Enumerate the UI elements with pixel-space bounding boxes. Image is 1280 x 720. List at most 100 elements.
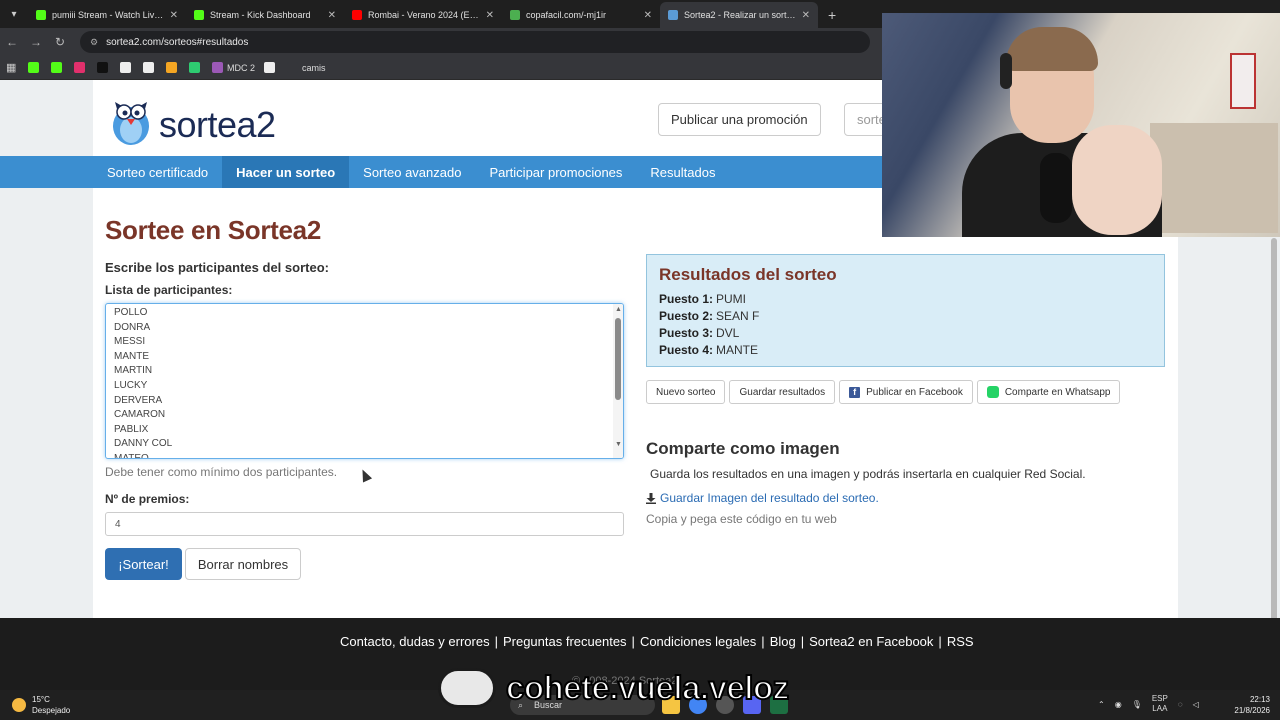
reload-icon[interactable]: ↻	[48, 35, 72, 49]
bookmark-favicon-icon	[264, 62, 276, 73]
bookmark-item[interactable]: MDC 2	[212, 61, 255, 75]
browser-tab[interactable]: Stream - Kick Dashboard ✕	[186, 2, 344, 28]
bookmark-item[interactable]: camis	[287, 61, 326, 75]
discord-tray-icon[interactable]: ◉	[1115, 700, 1122, 709]
results-title: Resultados del sorteo	[659, 265, 837, 284]
streamer-hand	[1072, 125, 1162, 235]
scroll-up-icon[interactable]: ▲	[615, 306, 622, 313]
bookmark-favicon-icon	[166, 62, 177, 73]
volume-icon[interactable]: ◁	[1193, 700, 1199, 709]
close-tab-icon[interactable]: ✕	[328, 10, 336, 21]
scroll-down-icon[interactable]: ▼	[615, 441, 622, 448]
bookmark-item[interactable]	[97, 61, 111, 75]
save-results-button[interactable]: Guardar resultados	[729, 380, 836, 404]
site-info-icon[interactable]: ⚙	[90, 37, 98, 48]
site-logo[interactable]: sortea2	[107, 92, 276, 145]
publish-promotion-button[interactable]: Publicar una promoción	[658, 103, 821, 136]
new-draw-label: Nuevo sorteo	[656, 386, 716, 398]
footer-separator: |	[631, 634, 635, 649]
prizes-input[interactable]: 4	[105, 512, 624, 536]
participants-hint: Debe tener como mínimo dos participantes…	[105, 465, 338, 479]
weather-text: Despejado	[32, 706, 71, 715]
clear-names-button[interactable]: Borrar nombres	[185, 548, 301, 580]
bookmark-favicon-icon	[212, 62, 223, 73]
footer-link[interactable]: RSS	[947, 634, 974, 649]
browser-tab[interactable]: pumiii Stream - Watch Live on K ✕	[28, 2, 186, 28]
nav-item[interactable]: Sorteo avanzado	[349, 156, 475, 188]
bookmark-label: MDC 2	[227, 62, 256, 73]
participants-textarea[interactable]: POLLO DONRA MESSI MANTE MARTIN LUCKY DERVERA CA…	[105, 303, 624, 459]
draw-button[interactable]: ¡Sortear!	[105, 548, 182, 580]
tab-search-menu-icon[interactable]: ▾	[0, 0, 28, 28]
browser-tab[interactable]: copafacil.com/-mj1ir ✕	[502, 2, 660, 28]
tab-title: copafacil.com/-mj1ir	[526, 10, 607, 20]
result-winner: DVL	[716, 326, 740, 340]
language-indicator[interactable]: ESP LAA	[1152, 694, 1168, 714]
result-winner: SEAN F	[716, 309, 760, 323]
bookmark-favicon-icon	[189, 62, 200, 73]
participants-heading: Escribe los participantes del sorteo:	[105, 260, 329, 275]
back-icon[interactable]: ←	[0, 35, 24, 49]
weather-widget[interactable]: 15°C Despejado	[12, 694, 70, 716]
apps-grid-icon[interactable]: ▦	[6, 61, 20, 75]
bookmark-item[interactable]	[28, 61, 42, 75]
close-tab-icon[interactable]: ✕	[802, 10, 810, 21]
url-field[interactable]: ⚙ sortea2.com/sorteos#resultados	[80, 31, 870, 53]
save-image-link[interactable]: Guardar Imagen del resultado del sorteo.	[646, 491, 879, 505]
bookmark-favicon-icon	[51, 62, 62, 73]
bookmark-item[interactable]	[74, 61, 88, 75]
footer-link[interactable]: Condiciones legales	[640, 634, 756, 649]
clock[interactable]: 22:13 21/8/2026	[1226, 694, 1270, 716]
page-scrollbar[interactable]	[1271, 238, 1277, 618]
nav-item[interactable]: Hacer un sorteo	[222, 156, 350, 188]
participant-line: MARTIN	[114, 365, 153, 377]
whatsapp-share-label: Comparte en Whatsapp	[1004, 386, 1111, 398]
textarea-scrollbar[interactable]: ▲ ▼	[613, 304, 623, 458]
save-results-label: Guardar resultados	[739, 386, 826, 398]
participant-line: MATEO	[114, 452, 149, 459]
footer-separator: |	[761, 634, 765, 649]
result-position: Puesto 4:	[659, 343, 714, 357]
temperature: 15°C	[32, 695, 50, 704]
new-draw-button[interactable]: Nuevo sorteo	[646, 380, 726, 404]
lang-top: ESP	[1151, 694, 1168, 703]
footer-link[interactable]: Preguntas frecuentes	[503, 634, 627, 649]
network-icon[interactable]: ◌	[1178, 700, 1183, 709]
logo-text: sortea2	[159, 104, 276, 145]
facebook-share-button[interactable]: f Publicar en Facebook	[839, 380, 973, 404]
browser-tab[interactable]: Sortea2 - Realizar un sorteo ✕	[660, 2, 818, 28]
bookmark-favicon-icon	[143, 62, 154, 73]
close-tab-icon[interactable]: ✕	[486, 10, 494, 21]
participant-line: DERVERA	[114, 394, 163, 406]
nav-item[interactable]: Resultados	[636, 156, 729, 188]
nav-item[interactable]: Sorteo certificado	[93, 156, 222, 188]
result-row: Puesto 1: PUMI	[659, 291, 1152, 308]
browser-tab[interactable]: Rombai - Verano 2024 (Engancha ✕	[344, 2, 502, 28]
footer-link[interactable]: Blog	[770, 634, 796, 649]
mic-tray-icon[interactable]: 🎙	[1132, 700, 1142, 709]
close-tab-icon[interactable]: ✕	[170, 10, 178, 21]
tab-title: pumiii Stream - Watch Live on K	[52, 10, 164, 20]
participant-line: MESSI	[114, 336, 146, 348]
handshake-icon	[438, 668, 496, 708]
tab-favicon-icon	[668, 10, 678, 20]
nav-item[interactable]: Participar promociones	[475, 156, 636, 188]
bookmark-item[interactable]	[120, 61, 134, 75]
bookmark-item[interactable]	[51, 61, 65, 75]
bookmark-item[interactable]	[189, 61, 203, 75]
tab-favicon-icon	[36, 10, 46, 20]
new-tab-button[interactable]: +	[818, 2, 846, 28]
bookmark-item[interactable]	[166, 61, 180, 75]
tab-title: Rombai - Verano 2024 (Engancha	[368, 10, 480, 20]
tray-overflow-icon[interactable]: ⌃	[1098, 700, 1105, 709]
close-tab-icon[interactable]: ✕	[644, 10, 652, 21]
bookmark-item[interactable]	[264, 61, 278, 75]
forward-icon[interactable]: →	[24, 35, 48, 49]
footer-link[interactable]: Contacto, dudas y errores	[340, 634, 490, 649]
scroll-thumb[interactable]	[615, 318, 621, 400]
bookmark-item[interactable]	[143, 61, 157, 75]
stream-watermark: cohete.vuela.veloz	[438, 668, 790, 708]
whatsapp-share-button[interactable]: Comparte en Whatsapp	[976, 380, 1121, 404]
participant-line: CAMARON	[114, 409, 166, 421]
footer-link[interactable]: Sortea2 en Facebook	[809, 634, 933, 649]
